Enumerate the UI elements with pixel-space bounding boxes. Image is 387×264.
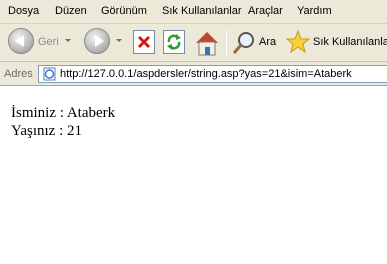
name-line: İsminiz : Ataberk: [11, 105, 116, 121]
refresh-icon: [167, 34, 181, 50]
toolbar-separator: [226, 30, 227, 56]
search-icon: [232, 32, 254, 54]
forward-dropdown-icon[interactable]: [116, 39, 122, 42]
menu-edit[interactable]: Düzen: [55, 5, 87, 17]
address-field[interactable]: http://127.0.0.1/aspdersler/string.asp?y…: [38, 65, 387, 83]
url-text[interactable]: http://127.0.0.1/aspdersler/string.asp?y…: [60, 68, 352, 80]
favorites-star-icon: [285, 29, 311, 54]
menu-help[interactable]: Yardım: [297, 5, 332, 17]
back-arrow-icon: [15, 35, 24, 47]
home-button[interactable]: [193, 28, 221, 58]
search-label: Ara: [259, 36, 277, 48]
stop-icon: [137, 35, 151, 49]
menu-view[interactable]: Görünüm: [101, 5, 147, 17]
search-button[interactable]: Ara: [231, 28, 279, 58]
favorites-button[interactable]: Sık Kullanılanlar: [285, 28, 387, 58]
back-button[interactable]: [8, 28, 34, 54]
back-dropdown-icon[interactable]: [65, 39, 71, 42]
forward-button[interactable]: [84, 28, 110, 54]
menu-tools[interactable]: Araçlar: [248, 5, 283, 17]
toolbar: Geri Ara Sık Kullanılanlar: [0, 24, 387, 62]
menu-favorites[interactable]: Sık Kullanılanlar: [162, 5, 242, 17]
home-icon: [196, 32, 218, 56]
age-line: Yaşınız : 21: [11, 123, 82, 139]
address-bar: Adres http://127.0.0.1/aspdersler/string…: [0, 62, 387, 86]
menu-bar: Dosya Düzen Görünüm Sık Kullanılanlar Ar…: [0, 0, 387, 24]
page-content: İsminiz : Ataberk Yaşınız : 21: [0, 87, 387, 264]
menu-file[interactable]: Dosya: [8, 5, 39, 17]
back-label: Geri: [38, 36, 59, 48]
refresh-button[interactable]: [163, 30, 185, 54]
favorites-label: Sık Kullanılanlar: [313, 36, 387, 48]
stop-button[interactable]: [133, 30, 155, 54]
page-icon: [43, 67, 56, 81]
forward-arrow-icon: [95, 35, 104, 47]
address-label: Adres: [4, 68, 33, 80]
